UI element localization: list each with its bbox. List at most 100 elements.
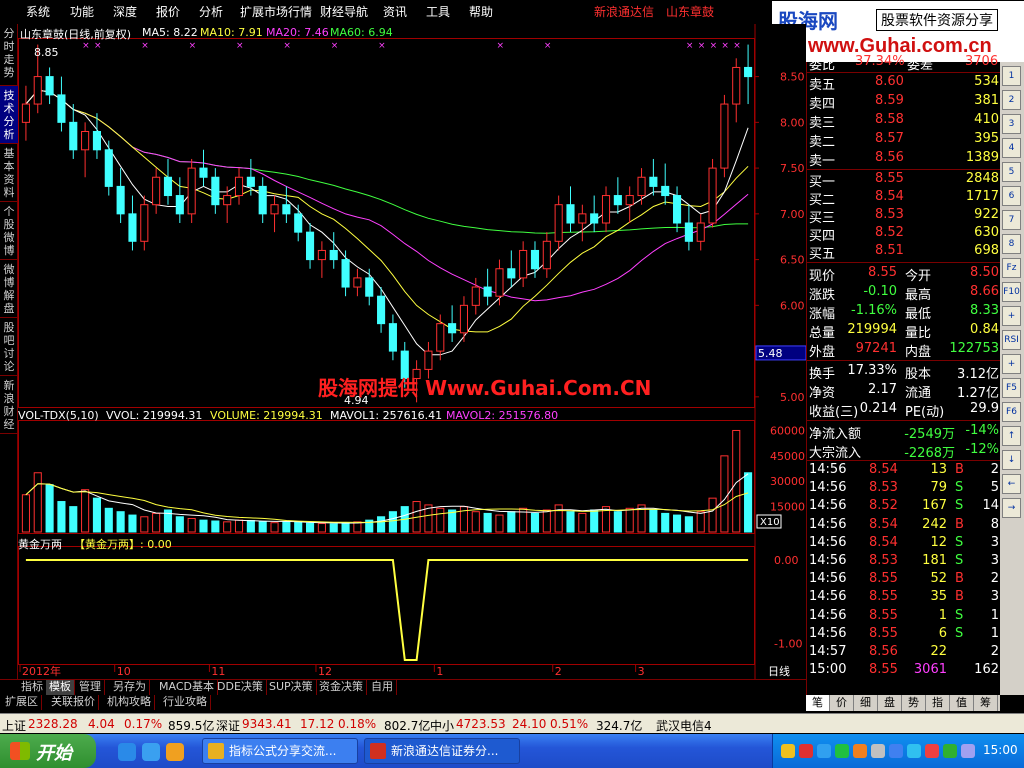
battery-icon[interactable]	[961, 744, 975, 758]
ma60-line	[25, 89, 749, 234]
task-sina-tdx[interactable]: 新浪通达信证券分...	[364, 738, 520, 764]
menu-help[interactable]: 帮助	[469, 3, 493, 20]
extension-tab[interactable]: 机构攻略	[104, 695, 155, 710]
ask-volume: 1389	[965, 150, 999, 165]
input-method-icon[interactable]	[889, 744, 903, 758]
quote-tab[interactable]: 筹	[974, 695, 998, 711]
bid-row[interactable]: 买一 8.55 2848	[807, 171, 1001, 190]
toolbar-button[interactable]: ←	[1002, 474, 1021, 494]
menu-depth[interactable]: 深度	[113, 3, 137, 20]
indicator-tab[interactable]: 模板	[46, 680, 75, 695]
indicator-tab[interactable]: 另存为	[110, 680, 150, 695]
toolbar-button[interactable]: F5	[1002, 378, 1021, 398]
ask-row[interactable]: 卖一 8.56 1389	[807, 150, 1001, 169]
network-icon[interactable]	[817, 744, 831, 758]
toolbar-button[interactable]: RSI	[1002, 330, 1021, 350]
ask-volume: 395	[974, 131, 999, 146]
menu-extended-market[interactable]: 扩展市场行情	[240, 3, 312, 20]
menu-system[interactable]: 系统	[26, 3, 50, 20]
bid-row[interactable]: 买五 8.51 698	[807, 243, 1001, 262]
indicator-tab[interactable]: SUP决策	[266, 680, 317, 695]
indicator-tab[interactable]: 自用	[368, 680, 397, 695]
display-icon[interactable]	[907, 744, 921, 758]
start-button[interactable]: 开始	[0, 734, 96, 768]
bid-row[interactable]: 买三 8.53 922	[807, 207, 1001, 226]
toolbar-button[interactable]: Fz	[1002, 258, 1021, 278]
security-icon[interactable]	[835, 744, 849, 758]
ask-row[interactable]: 卖四 8.59 381	[807, 93, 1001, 112]
toolbar-button[interactable]: +	[1002, 306, 1021, 326]
tab-intraday[interactable]: 分时走势	[0, 24, 18, 86]
quote-tab[interactable]: 细	[854, 695, 878, 711]
volume-bar	[708, 497, 717, 533]
extension-tab[interactable]: 行业攻略	[160, 695, 211, 710]
toolbar-button[interactable]: F6	[1002, 402, 1021, 422]
indicator-tab[interactable]: 资金决策	[316, 680, 367, 695]
menu-function[interactable]: 功能	[70, 3, 94, 20]
quote-tab[interactable]: 值	[950, 695, 974, 711]
toolbar-button[interactable]: 1	[1002, 66, 1021, 86]
ie-icon[interactable]	[118, 743, 136, 761]
bid-row[interactable]: 买四 8.52 630	[807, 225, 1001, 244]
menu-info[interactable]: 资讯	[383, 3, 407, 20]
toolbar-button[interactable]: 7	[1002, 210, 1021, 230]
toolbar-button[interactable]: ↑	[1002, 426, 1021, 446]
extension-tab[interactable]: 关联报价	[48, 695, 99, 710]
bid-row[interactable]: 买二 8.54 1717	[807, 189, 1001, 208]
tab-fundamentals[interactable]: 基本资料	[0, 144, 18, 202]
browser-icon[interactable]	[142, 743, 160, 761]
shield-icon[interactable]	[943, 744, 957, 758]
candle-body	[732, 66, 741, 105]
tab-sina-finance[interactable]: 新浪财经	[0, 376, 18, 434]
ask-row[interactable]: 卖五 8.60 534	[807, 74, 1001, 93]
quote-tab[interactable]: 盘	[878, 695, 902, 711]
toolbar-button[interactable]: 5	[1002, 162, 1021, 182]
indicator-tab[interactable]: MACD基本	[156, 680, 218, 695]
toolbar-button[interactable]: 4	[1002, 138, 1021, 158]
indicator-tab[interactable]: DDE决策	[214, 680, 267, 695]
menu-tools[interactable]: 工具	[426, 3, 450, 20]
toolbar-button[interactable]: 2	[1002, 90, 1021, 110]
ask-price: 8.58	[875, 112, 904, 127]
chart-area[interactable]: 8.508.007.507.006.506.005.505.005.48××××…	[18, 24, 806, 679]
toolbar-button[interactable]: F10	[1002, 282, 1021, 302]
toolbar-button[interactable]: →	[1002, 498, 1021, 518]
update-icon[interactable]	[853, 744, 867, 758]
extension-tab[interactable]: 扩展区	[2, 695, 42, 710]
toolbar-button[interactable]: 6	[1002, 186, 1021, 206]
volume-icon[interactable]	[871, 744, 885, 758]
toolbar-button[interactable]: ↓	[1002, 450, 1021, 470]
news-ticker[interactable]: 武汉电信4	[656, 717, 712, 734]
ask-row[interactable]: 卖三 8.58 410	[807, 112, 1001, 131]
tab-weibo-analysis[interactable]: 微博解盘	[0, 260, 18, 318]
antivirus-icon[interactable]	[799, 744, 813, 758]
task-indicator-forum[interactable]: 指标公式分享交流...	[202, 738, 358, 764]
ask-row[interactable]: 卖二 8.57 395	[807, 131, 1001, 150]
start-label: 开始	[36, 743, 72, 764]
tab-stock-weibo[interactable]: 个股微博	[0, 202, 18, 260]
candle-body	[152, 176, 161, 206]
fund-flow-percent: -14%	[965, 423, 999, 438]
quote-tab[interactable]: 势	[902, 695, 926, 711]
indicator-tab[interactable]: 指标	[18, 680, 47, 695]
menu-analysis[interactable]: 分析	[199, 3, 223, 20]
toolbar-button[interactable]: 8	[1002, 234, 1021, 254]
alert-icon[interactable]	[925, 744, 939, 758]
indicator-tab[interactable]: 管理	[76, 680, 105, 695]
tab-technical[interactable]: 技术分析	[0, 86, 18, 144]
volume-bar	[613, 511, 622, 533]
toolbar-button[interactable]: 3	[1002, 114, 1021, 134]
menu-quote[interactable]: 报价	[156, 3, 180, 20]
tick-row: 14:56 8.52 167 S 14	[807, 498, 1001, 516]
quote-tab[interactable]: 价	[830, 695, 854, 711]
qq-icon[interactable]	[781, 744, 795, 758]
menu-finance-nav[interactable]: 财经导航	[320, 3, 368, 20]
volume-bar	[672, 514, 682, 533]
quote-tab[interactable]: 笔	[806, 695, 830, 711]
media-icon[interactable]	[166, 743, 184, 761]
tab-stock-forum[interactable]: 股吧讨论	[0, 318, 18, 376]
signal-marker: ×	[721, 41, 729, 51]
toolbar-button[interactable]: +	[1002, 354, 1021, 374]
quote-tab[interactable]: 指	[926, 695, 950, 711]
chart-canvas[interactable]: 8.508.007.507.006.506.005.505.005.48××××…	[18, 24, 806, 679]
